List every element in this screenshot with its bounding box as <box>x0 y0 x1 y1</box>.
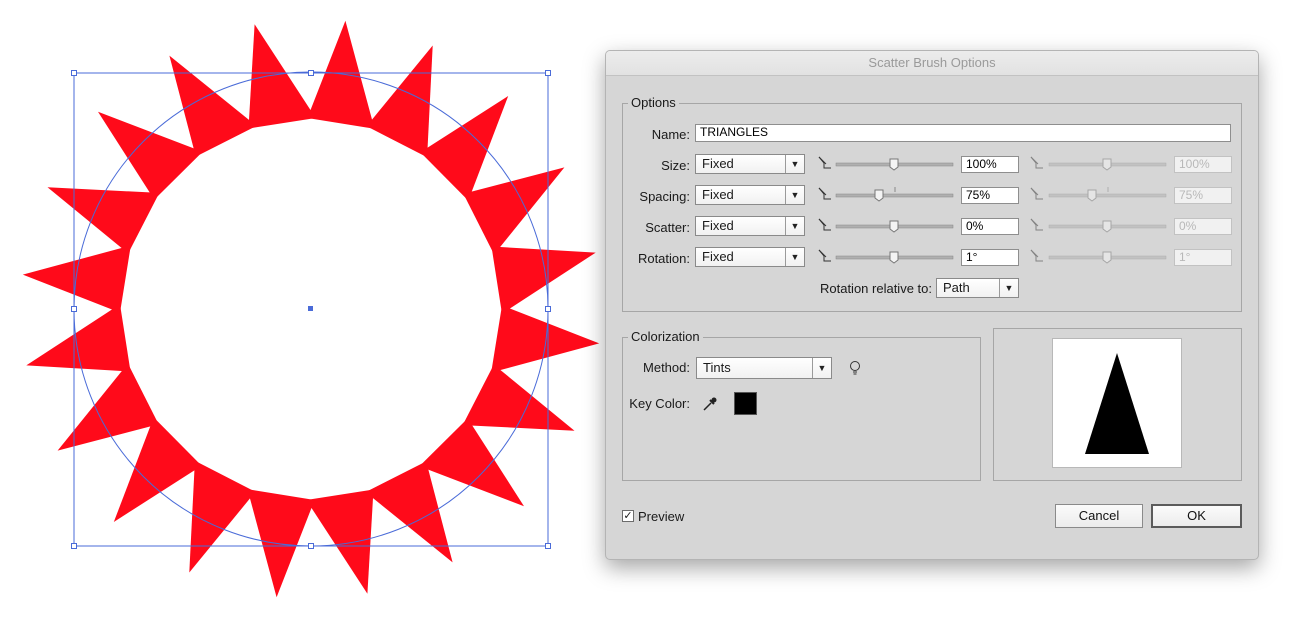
handle-top-center[interactable] <box>308 70 314 76</box>
spacing-min-slider[interactable] <box>835 187 955 203</box>
spacing-max-slider[interactable] <box>1048 187 1168 203</box>
rotation-min-slider[interactable] <box>835 249 955 265</box>
name-field[interactable]: TRIANGLES <box>695 124 1231 142</box>
spacing-mode-value: Fixed <box>702 187 734 202</box>
colorization-legend: Colorization <box>628 329 703 344</box>
triangle-shape <box>366 45 433 158</box>
brush-triangle-preview <box>1085 353 1149 454</box>
triangle-shape <box>47 187 160 254</box>
pen-pressure-icon <box>1030 187 1043 200</box>
size-min-slider[interactable] <box>835 156 955 172</box>
scatter-min-slider[interactable] <box>835 218 955 234</box>
triangle-shape <box>365 461 453 563</box>
pen-pressure-icon <box>1030 156 1043 169</box>
pen-pressure-icon <box>818 249 831 262</box>
handle-middle-right[interactable] <box>545 306 551 312</box>
dropdown-arrow-icon: ▼ <box>812 358 831 378</box>
pen-pressure-icon <box>818 218 831 231</box>
size-mode-value: Fixed <box>702 156 734 171</box>
handle-top-left[interactable] <box>71 70 77 76</box>
preview-checkbox[interactable]: ✓ <box>622 510 634 522</box>
rotation-mode-select[interactable]: Fixed ▼ <box>695 247 805 267</box>
size-max-value-field: 100% <box>1174 156 1232 173</box>
scatter-value-field[interactable]: 0% <box>961 218 1019 235</box>
rotation-relative-label: Rotation relative to: <box>819 281 932 296</box>
triangle-shape <box>463 167 565 255</box>
dropdown-arrow-icon: ▼ <box>999 279 1018 297</box>
rotation-value-field[interactable]: 1° <box>961 249 1019 266</box>
rotation-relative-value: Path <box>943 280 970 295</box>
name-label: Name: <box>651 127 690 142</box>
spacing-label: Spacing: <box>639 189 690 204</box>
brush-preview-swatch <box>1052 338 1182 468</box>
triangle-shape <box>462 364 575 431</box>
size-value-field[interactable]: 100% <box>961 156 1019 173</box>
eyedropper-icon[interactable] <box>702 396 718 412</box>
spacing-max-value-field: 75% <box>1174 187 1232 204</box>
checkmark-icon: ✓ <box>623 510 633 522</box>
preview-label: Preview <box>638 509 685 524</box>
method-select[interactable]: Tints ▼ <box>696 357 832 379</box>
handle-middle-left[interactable] <box>71 306 77 312</box>
rotation-label: Rotation: <box>637 251 690 266</box>
dropdown-arrow-icon: ▼ <box>785 155 804 173</box>
triangle-shape <box>491 246 596 314</box>
pen-pressure-icon <box>818 187 831 200</box>
triangle-shape <box>57 363 159 451</box>
triangle-shape <box>169 55 257 157</box>
triangle-shape <box>307 20 375 129</box>
method-label: Method: <box>643 360 690 375</box>
center-point <box>308 306 313 311</box>
artboard[interactable] <box>0 0 620 615</box>
cancel-button[interactable]: Cancel <box>1055 504 1143 528</box>
size-max-slider[interactable] <box>1048 156 1168 172</box>
handle-bottom-left[interactable] <box>71 543 77 549</box>
dialog-title: Scatter Brush Options <box>606 51 1258 76</box>
artwork-canvas[interactable] <box>0 0 620 615</box>
scatter-max-value-field: 0% <box>1174 218 1232 235</box>
triangle-shape <box>247 489 315 598</box>
rotation-relative-select[interactable]: Path ▼ <box>936 278 1019 298</box>
handle-bottom-center[interactable] <box>308 543 314 549</box>
scatter-mode-value: Fixed <box>702 218 734 233</box>
triangle-shape <box>419 418 524 507</box>
spacing-mode-select[interactable]: Fixed ▼ <box>695 185 805 205</box>
triangle-shape <box>113 417 202 522</box>
scatter-max-slider[interactable] <box>1048 218 1168 234</box>
pen-pressure-icon <box>1030 249 1043 262</box>
pen-pressure-icon <box>1030 218 1043 231</box>
key-color-label: Key Color: <box>629 396 690 411</box>
rotation-max-value-field: 1° <box>1174 249 1232 266</box>
rotation-mode-value: Fixed <box>702 249 734 264</box>
spacing-value-field[interactable]: 75% <box>961 187 1019 204</box>
key-color-swatch[interactable] <box>734 392 757 415</box>
tip-bulb-icon[interactable] <box>849 360 861 376</box>
triangle-shape <box>491 305 600 373</box>
triangle-shape <box>306 489 374 594</box>
method-value: Tints <box>703 360 731 375</box>
options-legend: Options <box>628 95 679 110</box>
handle-top-right[interactable] <box>545 70 551 76</box>
pen-pressure-icon <box>818 156 831 169</box>
triangle-shape <box>248 24 316 129</box>
dropdown-arrow-icon: ▼ <box>785 248 804 266</box>
handle-bottom-right[interactable] <box>545 543 551 549</box>
scatter-mode-select[interactable]: Fixed ▼ <box>695 216 805 236</box>
triangle-shape <box>189 460 256 573</box>
rotation-max-slider[interactable] <box>1048 249 1168 265</box>
size-mode-select[interactable]: Fixed ▼ <box>695 154 805 174</box>
triangle-shape <box>22 245 131 313</box>
size-label: Size: <box>661 158 690 173</box>
triangle-shape <box>420 96 509 201</box>
scatter-brush-options-dialog: Scatter Brush Options Options Name: TRIA… <box>605 50 1259 560</box>
dropdown-arrow-icon: ▼ <box>785 217 804 235</box>
triangle-shape <box>26 304 131 372</box>
dropdown-arrow-icon: ▼ <box>785 186 804 204</box>
ok-button[interactable]: OK <box>1151 504 1242 528</box>
triangle-shape <box>98 111 203 200</box>
scatter-label: Scatter: <box>645 220 690 235</box>
